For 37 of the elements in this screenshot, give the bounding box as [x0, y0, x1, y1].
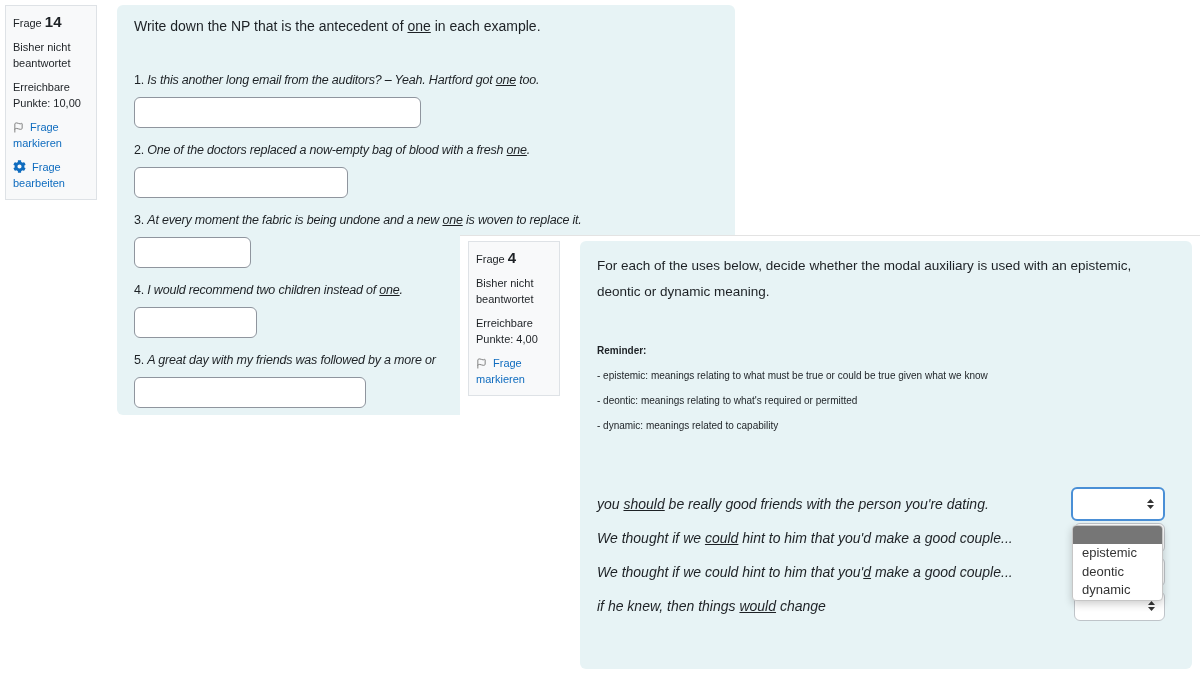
- example-sentence: 1. Is this another long email from the auditors? – Yeah. Hartford got one too.: [134, 72, 540, 89]
- answer-select[interactable]: [1071, 487, 1165, 521]
- question-prompt: For each of the uses below, decide whether the modal auxiliary is used with an epistemic, deontic or dynamic meaning.: [597, 257, 1133, 301]
- sort-arrows-icon: [1148, 601, 1155, 611]
- reminder-heading: Reminder:: [597, 345, 648, 356]
- question-points: Erreichbare Punkte: 4,00: [476, 316, 539, 347]
- answer-field[interactable]: [134, 97, 421, 128]
- flag-question-link[interactable]: Frage markieren: [476, 355, 552, 387]
- answer-field[interactable]: [134, 237, 251, 268]
- example-sentence: 2. One of the doctors replaced a now-empty bag of blood with a fresh one.: [134, 142, 531, 159]
- reminder-line: - dynamic: meanings related to capability: [597, 420, 780, 431]
- question-status: Bisher nicht beantwortet: [476, 276, 535, 307]
- example-sentence: We thought if we could hint to him that you'd make a good couple...: [597, 530, 1013, 546]
- reminder-line: - epistemic: meanings relating to what must be true or could be true given what we know: [597, 370, 989, 381]
- example-sentence: you should be really good friends with the person you're dating.: [597, 496, 989, 512]
- dropdown-option[interactable]: epistemic: [1073, 544, 1162, 563]
- flag-icon: [476, 358, 487, 369]
- dropdown-option[interactable]: dynamic: [1073, 581, 1162, 600]
- question-number: Frage 4: [476, 250, 518, 267]
- question-status: Bisher nicht beantwortet: [13, 40, 72, 71]
- answer-field[interactable]: [134, 377, 366, 408]
- flag-icon: [13, 122, 24, 133]
- example-sentence: 5. A great day with my friends was followed by a more or: [134, 352, 436, 369]
- edit-question-link[interactable]: Frage bearbeiten: [13, 159, 89, 191]
- question-points: Erreichbare Punkte: 10,00: [13, 80, 82, 111]
- answer-field[interactable]: [134, 307, 257, 338]
- example-sentence: if he knew, then things would change: [597, 598, 826, 614]
- question-number: Frage 14: [13, 14, 63, 31]
- example-sentence: We thought if we could hint to him that you'd make a good couple...: [597, 564, 1013, 580]
- reminder-line: - deontic: meanings relating to what's required or permitted: [597, 395, 859, 406]
- example-sentence: 3. At every moment the fabric is being undone and a new one is woven to replace it.: [134, 212, 582, 229]
- question-prompt: Write down the NP that is the antecedent of one in each example.: [134, 17, 542, 35]
- settings-icon: [13, 160, 26, 173]
- answer-field[interactable]: [134, 167, 348, 198]
- sort-arrows-icon: [1147, 499, 1154, 509]
- dropdown-option[interactable]: deontic: [1073, 562, 1162, 581]
- flag-question-link[interactable]: Frage markieren: [13, 119, 89, 151]
